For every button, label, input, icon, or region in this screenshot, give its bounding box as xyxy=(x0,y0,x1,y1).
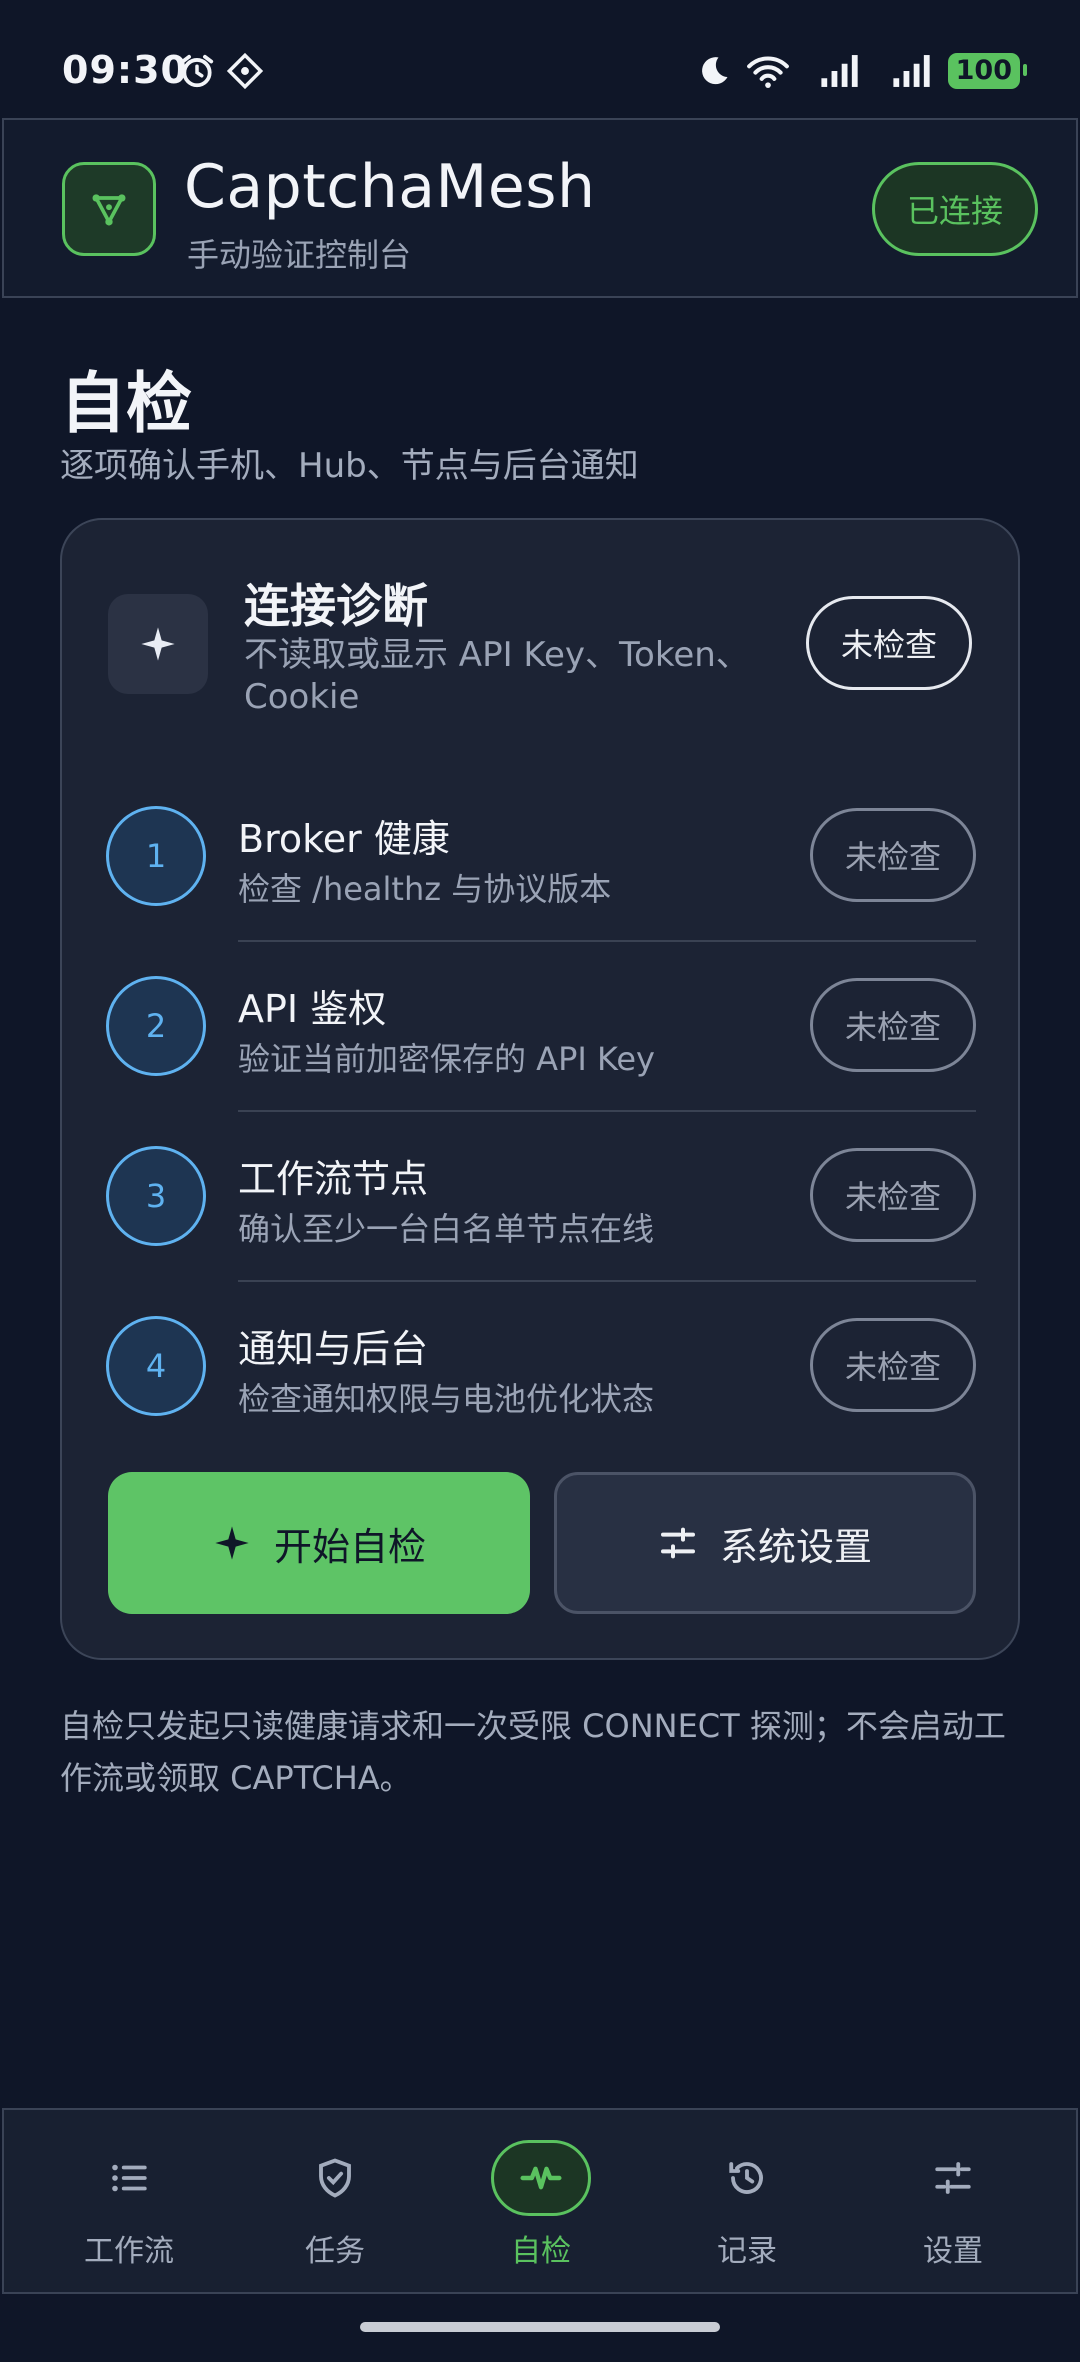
step-number-badge: 3 xyxy=(106,1146,206,1246)
nav-label: 设置 xyxy=(923,2234,983,2269)
nav-item-tasks[interactable]: 任务 xyxy=(232,2110,438,2296)
step-status-badge: 未检查 xyxy=(810,978,976,1072)
self-check-screen: 09:30 100 CaptchaMesh 手动验证控制台 已连接 自检 逐项确… xyxy=(0,0,1080,2362)
shield-check-icon xyxy=(285,2140,385,2216)
check-step-4: 4 通知与后台 检查通知权限与电池优化状态 未检查 xyxy=(62,1282,1022,1452)
nav-label: 记录 xyxy=(717,2234,777,2269)
self-check-note: 自检只发起只读健康请求和一次受限 CONNECT 探测；不会启动工作流或领取 C… xyxy=(60,1707,1006,1797)
app-header: CaptchaMesh 手动验证控制台 已连接 xyxy=(2,118,1078,298)
app-subtitle: 手动验证控制台 xyxy=(187,236,412,274)
step-title: API 鉴权 xyxy=(238,987,387,1031)
sparkle-icon xyxy=(108,594,208,694)
settings-button-label: 系统设置 xyxy=(719,1524,872,1569)
page-subtitle: 逐项确认手机、Hub、节点与后台通知 xyxy=(60,446,639,486)
connection-status-badge[interactable]: 已连接 xyxy=(872,162,1038,256)
diagnosis-description: 不读取或显示 API Key、Token、Cookie xyxy=(244,635,750,717)
nav-item-settings[interactable]: 设置 xyxy=(850,2110,1056,2296)
step-title: Broker 健康 xyxy=(238,817,450,861)
battery-indicator: 100 xyxy=(947,53,1028,89)
moon-icon xyxy=(701,57,728,85)
status-right: 100 xyxy=(696,50,1028,92)
list-icon xyxy=(79,2140,179,2216)
signal-5g-icon xyxy=(821,55,858,87)
step-description: 检查通知权限与电池优化状态 xyxy=(238,1380,655,1418)
signal-5g-icon xyxy=(893,55,930,87)
step-title: 工作流节点 xyxy=(238,1157,429,1201)
history-icon xyxy=(697,2140,797,2216)
step-status-badge: 未检查 xyxy=(810,1148,976,1242)
start-button-label: 开始自检 xyxy=(273,1524,426,1569)
system-settings-button[interactable]: 系统设置 xyxy=(554,1472,976,1614)
step-description: 检查 /healthz 与协议版本 xyxy=(238,870,612,908)
check-step-2: 2 API 鉴权 验证当前加密保存的 API Key 未检查 xyxy=(62,942,1022,1112)
wifi-icon xyxy=(746,56,789,88)
pulse-icon xyxy=(491,2140,591,2216)
step-number-badge: 2 xyxy=(106,976,206,1076)
sparkle-icon xyxy=(215,1526,249,1560)
nav-item-workflow[interactable]: 工作流 xyxy=(26,2110,232,2296)
sliders-icon xyxy=(660,1527,695,1559)
home-indicator[interactable] xyxy=(360,2322,720,2332)
dnd-icon xyxy=(226,52,264,90)
nav-item-history[interactable]: 记录 xyxy=(644,2110,850,2296)
status-time: 09:30 xyxy=(62,48,188,92)
step-status-badge: 未检查 xyxy=(810,1318,976,1412)
sliders-icon xyxy=(903,2140,1003,2216)
step-status-badge: 未检查 xyxy=(810,808,976,902)
status-bar: 09:30 100 xyxy=(0,0,1080,118)
alarm-icon xyxy=(180,54,214,88)
nav-label: 工作流 xyxy=(84,2234,174,2269)
check-step-3: 3 工作流节点 确认至少一台白名单节点在线 未检查 xyxy=(62,1112,1022,1282)
step-title: 通知与后台 xyxy=(238,1327,429,1371)
page-title: 自检 xyxy=(60,365,192,442)
diagnosis-status-badge: 未检查 xyxy=(806,596,972,690)
step-description: 验证当前加密保存的 API Key xyxy=(238,1040,655,1078)
diagnosis-title: 连接诊断 xyxy=(244,579,428,633)
triangle-node-icon xyxy=(62,162,156,256)
start-self-check-button[interactable]: 开始自检 xyxy=(108,1472,530,1614)
step-number-badge: 1 xyxy=(106,806,206,906)
nav-label: 任务 xyxy=(305,2234,365,2269)
nav-item-self-check[interactable]: 自检 xyxy=(438,2110,644,2296)
step-description: 确认至少一台白名单节点在线 xyxy=(238,1210,655,1248)
bottom-navigation: 工作流 任务 自检 记录 设置 xyxy=(2,2108,1078,2294)
check-step-1: 1 Broker 健康 检查 /healthz 与协议版本 未检查 xyxy=(62,772,1022,942)
step-number-badge: 4 xyxy=(106,1316,206,1416)
app-title: CaptchaMesh xyxy=(184,152,596,222)
nav-label: 自检 xyxy=(511,2234,571,2269)
self-check-card: 连接诊断 不读取或显示 API Key、Token、Cookie 未检查 1 B… xyxy=(60,518,1020,1660)
